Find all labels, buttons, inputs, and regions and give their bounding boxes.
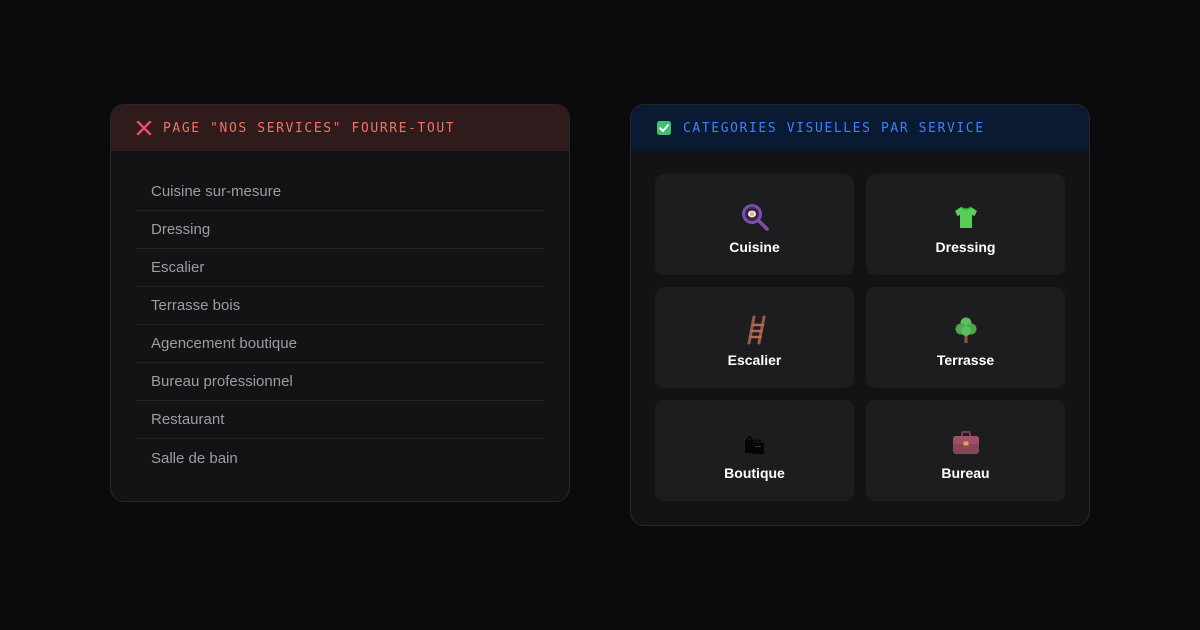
category-card-escalier[interactable]: Escalier: [655, 287, 854, 388]
cross-icon: [136, 120, 152, 136]
tree-icon: [955, 317, 976, 343]
category-card-bureau[interactable]: Bureau: [866, 400, 1065, 501]
list-item: Restaurant: [136, 401, 544, 439]
services-list: Cuisine sur-mesure Dressing Escalier Ter…: [111, 151, 569, 477]
category-grid: Cuisine Dressing Escalier Terrasse Bouti…: [655, 174, 1065, 501]
list-item: Terrasse bois: [136, 287, 544, 325]
services-list-header: PAGE "NOS SERVICES" FOURRE-TOUT: [111, 105, 569, 151]
list-item: Dressing: [136, 211, 544, 249]
services-list-title: PAGE "NOS SERVICES" FOURRE-TOUT: [163, 120, 456, 136]
list-item: Agencement boutique: [136, 325, 544, 363]
checkmark-box-icon: [657, 121, 671, 135]
category-card-boutique[interactable]: Boutique: [655, 400, 854, 501]
ladder-icon: [747, 315, 765, 345]
briefcase-icon: [952, 431, 979, 454]
category-card-dressing[interactable]: Dressing: [866, 174, 1065, 275]
visual-categories-header: CATEGORIES VISUELLES PAR SERVICE: [631, 105, 1089, 151]
shopping-bags-icon: [744, 436, 764, 454]
list-item: Escalier: [136, 249, 544, 287]
tshirt-icon: [954, 206, 977, 228]
category-label: Dressing: [935, 239, 996, 255]
list-item: Cuisine sur-mesure: [136, 173, 544, 211]
category-label: Cuisine: [729, 239, 780, 255]
category-label: Escalier: [727, 352, 782, 368]
visual-categories-panel: CATEGORIES VISUELLES PAR SERVICE Cuisine…: [630, 104, 1090, 526]
category-card-cuisine[interactable]: Cuisine: [655, 174, 854, 275]
category-card-terrasse[interactable]: Terrasse: [866, 287, 1065, 388]
list-item: Salle de bain: [151, 449, 238, 467]
category-label: Terrasse: [936, 352, 995, 368]
category-label: Boutique: [724, 465, 785, 481]
visual-categories-title: CATEGORIES VISUELLES PAR SERVICE: [683, 120, 985, 136]
services-list-panel: PAGE "NOS SERVICES" FOURRE-TOUT Cuisine …: [110, 104, 570, 502]
list-item: Bureau professionnel: [136, 363, 544, 401]
frying-pan-icon: [741, 204, 769, 231]
category-label: Bureau: [941, 465, 990, 481]
